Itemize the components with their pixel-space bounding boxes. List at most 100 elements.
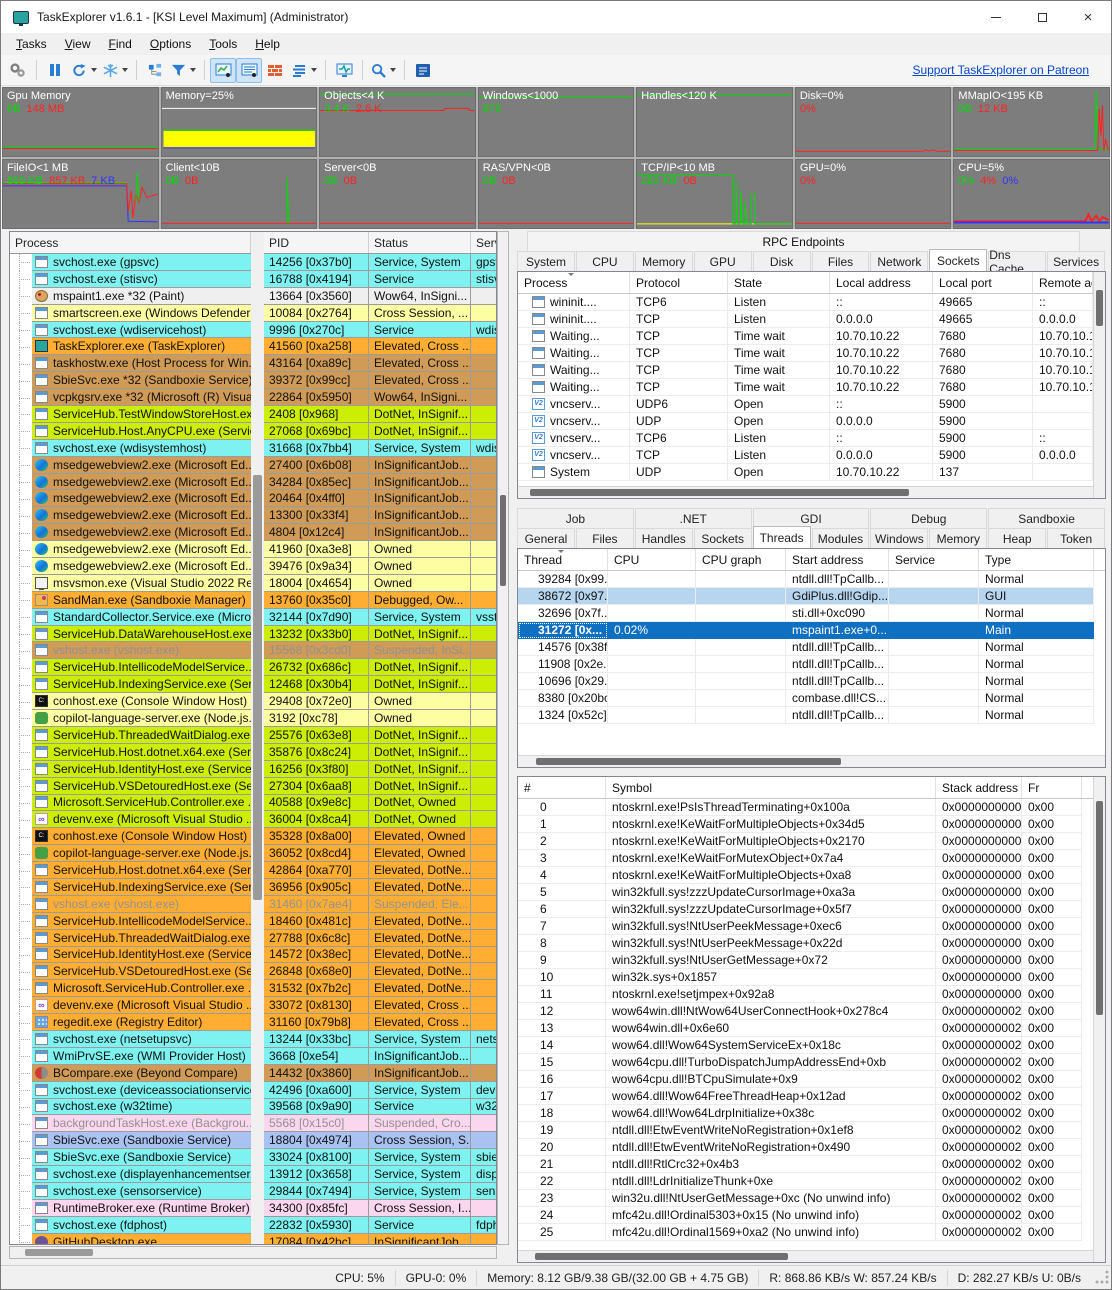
process-row[interactable]: ServiceHub.VSDetouredHost.exe (Ser...	[10, 778, 251, 795]
resize-grip[interactable]	[1095, 1270, 1111, 1286]
thread-row[interactable]: 39284 [0x99...ntdll.dll!TpCallb...Normal	[518, 571, 1105, 588]
socket-row[interactable]: V2vncserv...TCPListen0.0.0.059000.0.0.0	[518, 447, 1105, 464]
process-row[interactable]: msvsmon.exe (Visual Studio 2022 Re...	[10, 575, 251, 592]
process-row[interactable]: ServiceHub.IndexingService.exe (Serv...	[10, 676, 251, 693]
sockets-header-protocol[interactable]: Protocol	[630, 272, 728, 293]
stack-row[interactable]: 23win32u.dll!NtUserGetMessage+0xc (No un…	[518, 1190, 1105, 1207]
tree-view-button[interactable]	[142, 58, 168, 83]
process-detail-row[interactable]: 39568 [0x9a90]Servicew32tim	[264, 1099, 496, 1116]
status-column-header[interactable]: Status	[369, 232, 471, 253]
socket-row[interactable]: wininit....TCP6Listen::49665::	[518, 294, 1105, 311]
log-button[interactable]	[288, 58, 320, 83]
filter-button[interactable]	[168, 58, 199, 83]
menu-item-view[interactable]: View	[56, 35, 100, 53]
monitor-button[interactable]	[331, 58, 357, 83]
socket-row[interactable]: V2vncserv...TCP6Listen::5900::	[518, 430, 1105, 447]
process-detail-row[interactable]: 36004 [0x8ca4]DotNet, Owned	[264, 811, 496, 828]
tab-debug[interactable]: Debug	[870, 508, 987, 528]
stack-header-frame[interactable]: Fr	[1022, 777, 1082, 798]
tab-token[interactable]: Token	[1047, 528, 1105, 548]
process-row[interactable]: ServiceHub.VSDetouredHost.exe (Ser...	[10, 963, 251, 980]
tab-memory[interactable]: Memory	[635, 251, 693, 271]
process-row[interactable]: svchost.exe (sensorservice)	[10, 1183, 251, 1200]
process-row[interactable]: ServiceHub.Host.dotnet.x64.exe (Ser...	[10, 744, 251, 761]
process-detail-row[interactable]: 13664 [0x3560]Wow64, InSigni...	[264, 288, 496, 305]
process-detail-row[interactable]: 33072 [0x8130]Elevated, Cross ...	[264, 997, 496, 1014]
thread-row[interactable]: 1324 [0x52c]ntdll.dll!TpCallb...Normal	[518, 707, 1105, 724]
minimize-button[interactable]	[973, 1, 1019, 33]
graph-cell-memory-25-[interactable]: Memory=25%	[161, 87, 318, 157]
process-detail-row[interactable]: 16256 [0x3f80]DotNet, InSignif...	[264, 761, 496, 778]
service-column-header[interactable]: Service	[471, 232, 497, 253]
process-row[interactable]: backgroundTaskHost.exe (Backgrou...	[10, 1115, 251, 1132]
process-column-header[interactable]: Process	[10, 232, 251, 253]
process-row[interactable]: ServiceHub.TestWindowStoreHost.ex...	[10, 406, 251, 423]
tab-sockets[interactable]: Sockets	[694, 528, 752, 548]
close-button[interactable]: ×	[1065, 1, 1111, 33]
process-detail-row[interactable]: 26732 [0x686c]DotNet, InSignif...	[264, 659, 496, 676]
process-detail-row[interactable]: 29844 [0x7494]Service, Systemsensor	[264, 1183, 496, 1200]
process-row[interactable]: TaskExplorer.exe (TaskExplorer)	[10, 338, 251, 355]
firewall-button[interactable]	[262, 58, 288, 83]
process-horizontal-scrollbar[interactable]	[9, 1246, 497, 1259]
process-row[interactable]: RuntimeBroker.exe (Runtime Broker)	[10, 1200, 251, 1217]
tab-cpu[interactable]: CPU	[576, 251, 634, 271]
stack-horizontal-scrollbar[interactable]	[518, 1250, 1093, 1262]
process-detail-row[interactable]: 34284 [0x85ec]InSignificantJob...	[264, 474, 496, 491]
process-row[interactable]: svchost.exe (gpsvc)	[10, 254, 251, 271]
process-row[interactable]: ServiceHub.ThreadedWaitDialog.exe ...	[10, 727, 251, 744]
tab-gpu[interactable]: GPU	[694, 251, 752, 271]
tab-general[interactable]: General	[517, 528, 575, 548]
thread-row[interactable]: 38672 [0x97...GdiPlus.dll!Gdip...GUI	[518, 588, 1105, 605]
stack-row[interactable]: 13wow64win.dll+0x6e600x0000000002a8...0x…	[518, 1020, 1105, 1037]
threads-header-cpu[interactable]: CPU	[608, 549, 696, 570]
process-detail-row[interactable]: 14256 [0x37b0]Service, Systemgpsvc	[264, 254, 496, 271]
patreon-link[interactable]: Support TaskExplorer on Patreon	[912, 63, 1089, 77]
menu-item-tools[interactable]: Tools	[200, 35, 246, 53]
graph-cell-disk-0-[interactable]: Disk=0%0%	[795, 87, 952, 157]
graph-cell-gpu-memory[interactable]: Gpu Memory0B148 MB	[2, 87, 159, 157]
socket-row[interactable]: Waiting...TCPTime wait10.70.10.22768010.…	[518, 362, 1105, 379]
socket-row[interactable]: Waiting...TCPTime wait10.70.10.22768010.…	[518, 379, 1105, 396]
graph-cell-client-10b[interactable]: Client<10B0B0B	[161, 159, 318, 229]
process-row[interactable]: svchost.exe (fdphost)	[10, 1217, 251, 1234]
process-detail-row[interactable]: 5568 [0x15c0]Suspended, Cro...	[264, 1115, 496, 1132]
stack-row[interactable]: 1ntoskrnl.exe!KeWaitForMultipleObjects+0…	[518, 816, 1105, 833]
dropdown-arrow-icon[interactable]	[122, 68, 128, 72]
process-detail-row[interactable]: 17084 [0x42bc]InSignificantJob...	[264, 1234, 496, 1245]
pid-column-header[interactable]: PID	[264, 232, 369, 253]
process-row[interactable]: ServiceHub.Host.dotnet.x64.exe (Ser...	[10, 862, 251, 879]
process-detail-row[interactable]: 26848 [0x68e0]Elevated, DotNe...	[264, 963, 496, 980]
process-detail-row[interactable]: 2408 [0x968]DotNet, InSignif...	[264, 406, 496, 423]
sockets-header-local-port[interactable]: Local port	[933, 272, 1033, 293]
thread-row[interactable]: 31272 [0x...0.02%mspaint1.exe+0...Main	[518, 622, 1105, 639]
process-row[interactable]: SbieSvc.exe (Sandboxie Service)	[10, 1132, 251, 1149]
settings-button[interactable]	[5, 58, 31, 83]
process-row[interactable]: svchost.exe (deviceassociationservice)	[10, 1082, 251, 1099]
tab-gdi[interactable]: GDI	[753, 508, 870, 528]
process-row[interactable]: msedgewebview2.exe (Microsoft Ed...	[10, 474, 251, 491]
process-row[interactable]: copilot-language-server.exe (Node.js...	[10, 710, 251, 727]
socket-row[interactable]: Waiting...TCPTime wait10.70.10.22768010.…	[518, 345, 1105, 362]
process-detail-row[interactable]: 39372 [0x99cc]Elevated, Cross ...	[264, 372, 496, 389]
sockets-horizontal-scrollbar[interactable]	[518, 486, 1093, 498]
process-row[interactable]: svchost.exe (w32time)	[10, 1099, 251, 1116]
process-detail-row[interactable]: 31668 [0x7bb4]Service, Systemwdisys	[264, 440, 496, 457]
process-detail-row[interactable]: 18460 [0x481c]Elevated, DotNe...	[264, 913, 496, 930]
stack-row[interactable]: 16wow64cpu.dll!BTCpuSimulate+0x90x000000…	[518, 1071, 1105, 1088]
process-detail-row[interactable]: 22832 [0x5930]Servicefdphos	[264, 1217, 496, 1234]
process-row[interactable]: msedgewebview2.exe (Microsoft Ed...	[10, 541, 251, 558]
stack-vertical-scrollbar[interactable]	[1093, 777, 1105, 1262]
process-row[interactable]: SandMan.exe (Sandboxie Manager)	[10, 592, 251, 609]
process-detail-row[interactable]: 29408 [0x72e0]Owned	[264, 693, 496, 710]
process-detail-row[interactable]: 36956 [0x905c]Elevated, DotNe...	[264, 879, 496, 896]
process-row[interactable]: vcpkgsrv.exe *32 (Microsoft (R) Visua...	[10, 389, 251, 406]
process-row[interactable]: ∞devenv.exe (Microsoft Visual Studio ...	[10, 811, 251, 828]
process-row[interactable]: svchost.exe (displayenhancementser...	[10, 1166, 251, 1183]
socket-row[interactable]: wininit....TCPListen0.0.0.0496650.0.0.0	[518, 311, 1105, 328]
process-detail-row[interactable]: 12468 [0x30b4]DotNet, InSignif...	[264, 676, 496, 693]
process-detail-row[interactable]: 9996 [0x270c]Servicewdiser	[264, 322, 496, 339]
stack-row[interactable]: 8win32kfull.sys!NtUserPeekMessage+0x22d0…	[518, 935, 1105, 952]
stack-row[interactable]: 4ntoskrnl.exe!KeWaitForMultipleObjects+0…	[518, 867, 1105, 884]
process-row[interactable]: msedgewebview2.exe (Microsoft Ed...	[10, 558, 251, 575]
